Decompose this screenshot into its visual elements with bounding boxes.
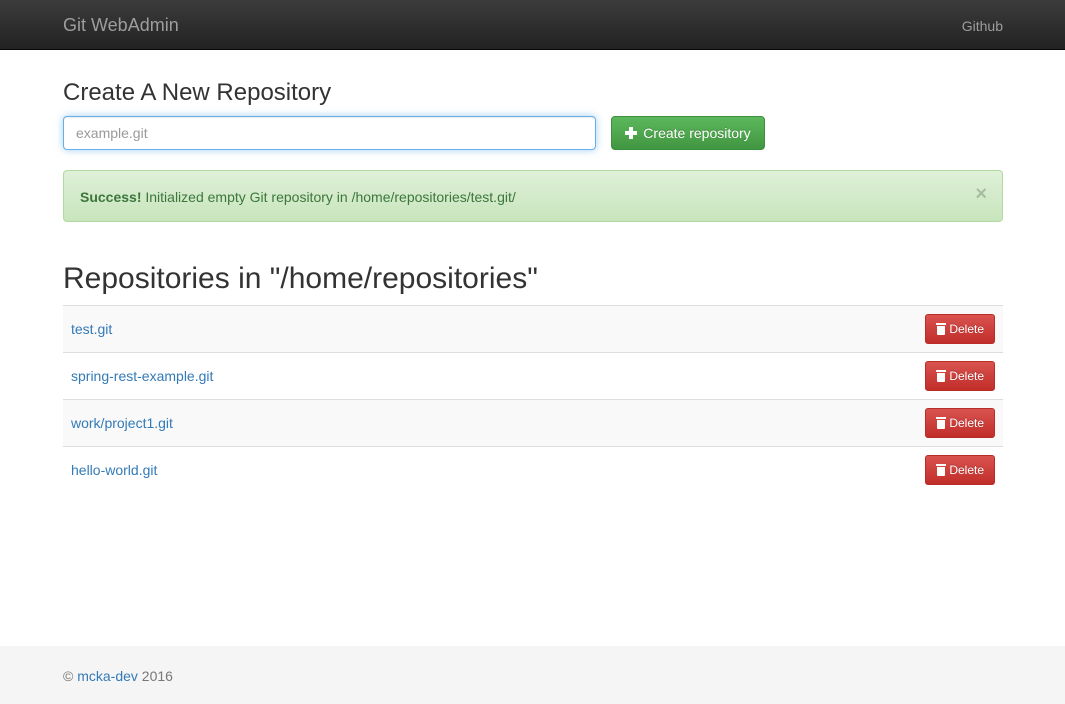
alert-strong: Success! bbox=[80, 189, 142, 205]
repositories-table: test.git Delete spring-rest-example.git … bbox=[63, 305, 1003, 494]
delete-button[interactable]: Delete bbox=[925, 455, 995, 486]
repo-link[interactable]: test.git bbox=[71, 321, 112, 337]
repo-link[interactable]: work/project1.git bbox=[71, 415, 173, 431]
trash-icon bbox=[936, 464, 947, 477]
delete-label: Delete bbox=[949, 463, 984, 478]
table-row: work/project1.git Delete bbox=[63, 399, 1003, 447]
repositories-heading: Repositories in "/home/repositories" bbox=[63, 262, 538, 295]
navbar: Git WebAdmin Github bbox=[0, 0, 1065, 50]
plus-icon bbox=[625, 127, 638, 139]
github-link[interactable]: Github bbox=[962, 16, 1003, 36]
repository-name-input[interactable] bbox=[63, 116, 596, 150]
close-icon[interactable]: × bbox=[975, 184, 987, 204]
brand-link[interactable]: Git WebAdmin bbox=[63, 15, 179, 35]
create-repository-button[interactable]: Create repository bbox=[611, 116, 765, 150]
repo-link[interactable]: spring-rest-example.git bbox=[71, 368, 213, 384]
table-row: test.git Delete bbox=[63, 305, 1003, 353]
trash-icon bbox=[936, 370, 947, 382]
create-repository-label: Create repository bbox=[643, 125, 751, 141]
footer-text: © mcka-dev 2016 bbox=[63, 668, 173, 684]
author-link[interactable]: mcka-dev bbox=[77, 668, 138, 684]
trash-icon bbox=[936, 323, 947, 335]
table-row: spring-rest-example.git Delete bbox=[63, 352, 1003, 400]
table-row: hello-world.git Delete bbox=[63, 446, 1003, 494]
delete-button[interactable]: Delete bbox=[925, 408, 995, 438]
footer-year: 2016 bbox=[141, 668, 173, 684]
footer: © mcka-dev 2016 bbox=[0, 646, 1065, 704]
copyright-symbol: © bbox=[63, 668, 74, 684]
trash-icon bbox=[936, 417, 947, 429]
delete-button[interactable]: Delete bbox=[925, 314, 995, 344]
alert-message: Initialized empty Git repository in /hom… bbox=[141, 189, 516, 205]
delete-label: Delete bbox=[949, 369, 984, 383]
create-heading: Create A New Repository bbox=[63, 79, 332, 106]
delete-label: Delete bbox=[949, 322, 984, 336]
success-alert: Success! Initialized empty Git repositor… bbox=[63, 170, 1003, 222]
delete-button[interactable]: Delete bbox=[925, 361, 995, 391]
repo-link[interactable]: hello-world.git bbox=[71, 462, 157, 478]
delete-label: Delete bbox=[949, 416, 984, 430]
